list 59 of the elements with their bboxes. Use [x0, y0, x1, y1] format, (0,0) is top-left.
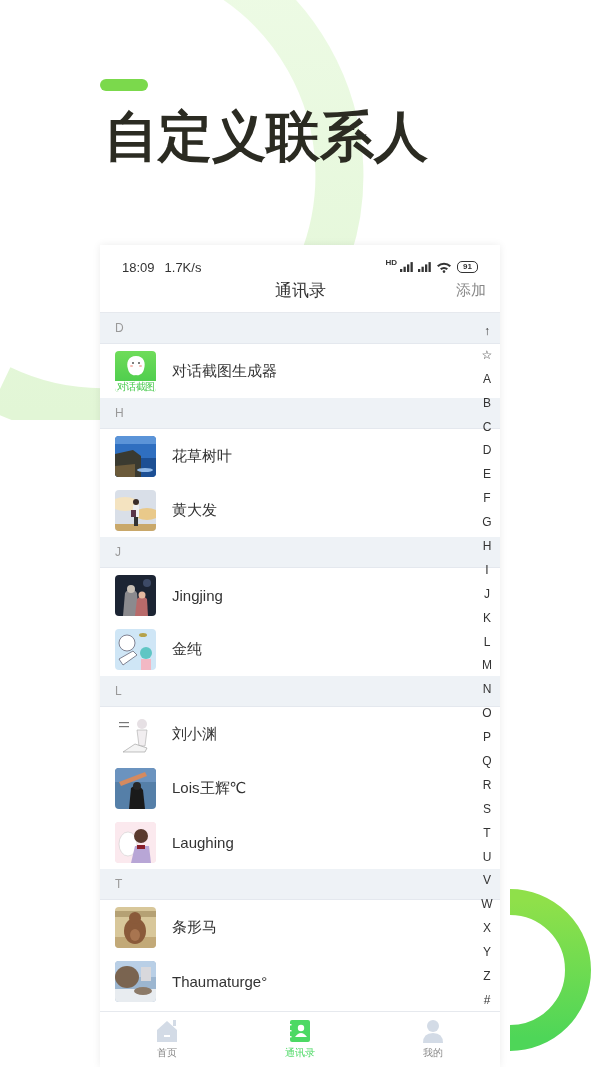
index-letter[interactable]: D [482, 438, 492, 463]
contact-name[interactable]: 对话截图生成器 [172, 361, 277, 381]
index-letter[interactable]: G [482, 510, 492, 534]
index-letter[interactable]: Z [483, 964, 491, 988]
contact-name[interactable]: Jingjing [172, 586, 223, 604]
index-letter[interactable]: P [483, 725, 491, 750]
status-time: 18:09 [122, 259, 155, 275]
network-label: HD [385, 259, 398, 267]
index-letter[interactable]: K [483, 605, 491, 630]
index-letter[interactable]: A [483, 366, 491, 391]
index-letter[interactable]: Q [482, 749, 492, 773]
person-icon [421, 1019, 446, 1043]
contact-name[interactable]: Lois王辉℃ [172, 779, 247, 798]
tab-item[interactable]: 首页 [100, 1012, 234, 1067]
index-letter[interactable]: T [483, 820, 491, 845]
index-letter[interactable]: R [482, 772, 492, 797]
section-letter: H [115, 406, 124, 420]
index-letter[interactable]: C [482, 414, 492, 439]
index-letter[interactable]: U [482, 844, 492, 869]
index-letter[interactable]: J [484, 581, 490, 606]
index-letter[interactable]: V [483, 868, 491, 893]
signal-icon [418, 262, 433, 272]
section-letter: J [115, 545, 121, 559]
index-letter[interactable]: X [483, 916, 491, 941]
index-letter[interactable]: N [482, 677, 492, 702]
contact-name[interactable]: 花草树叶 [172, 446, 232, 466]
add-link[interactable]: 添加 [446, 280, 486, 300]
index-letter[interactable]: ↑ [484, 319, 490, 343]
contact-name[interactable]: 金纯 [172, 640, 202, 659]
index-letter[interactable]: Y [483, 940, 491, 965]
contact-name[interactable]: 条形马 [172, 917, 217, 937]
index-letter[interactable]: E [483, 462, 491, 487]
app-logo: 对话截图 [115, 350, 156, 392]
contact-name[interactable]: 黄大发 [172, 501, 217, 520]
contact-name[interactable]: 刘小渊 [172, 724, 217, 744]
wifi-icon [436, 261, 453, 273]
headline: 自定义联系人 [104, 105, 429, 169]
accent-bar [100, 79, 148, 91]
contact-name[interactable]: Thaumaturge° [172, 973, 268, 990]
contact-name[interactable]: Laughing [172, 834, 234, 851]
index-letter[interactable]: M [482, 653, 492, 678]
contact-book-icon [288, 1019, 312, 1043]
section-letter: L [115, 684, 122, 698]
section-letter: D [115, 321, 124, 335]
signal-icon [400, 262, 415, 272]
index-letter[interactable]: # [483, 987, 491, 1012]
battery-indicator: 91 [457, 261, 478, 273]
index-letter[interactable]: L [483, 629, 491, 654]
index-letter[interactable]: S [483, 796, 491, 821]
index-letter[interactable]: W [481, 892, 493, 917]
index-letter[interactable]: H [482, 534, 492, 558]
index-letter[interactable]: F [483, 486, 491, 511]
tab-item[interactable]: 我的 [366, 1012, 500, 1067]
section-letter: T [115, 877, 123, 891]
screen-title: 通讯录 [273, 279, 327, 302]
index-letter[interactable]: B [483, 390, 491, 415]
index-letter[interactable]: O [482, 701, 492, 726]
index-letter[interactable]: ☆ [481, 342, 493, 367]
network-speed: 1.7K/s [164, 259, 202, 275]
